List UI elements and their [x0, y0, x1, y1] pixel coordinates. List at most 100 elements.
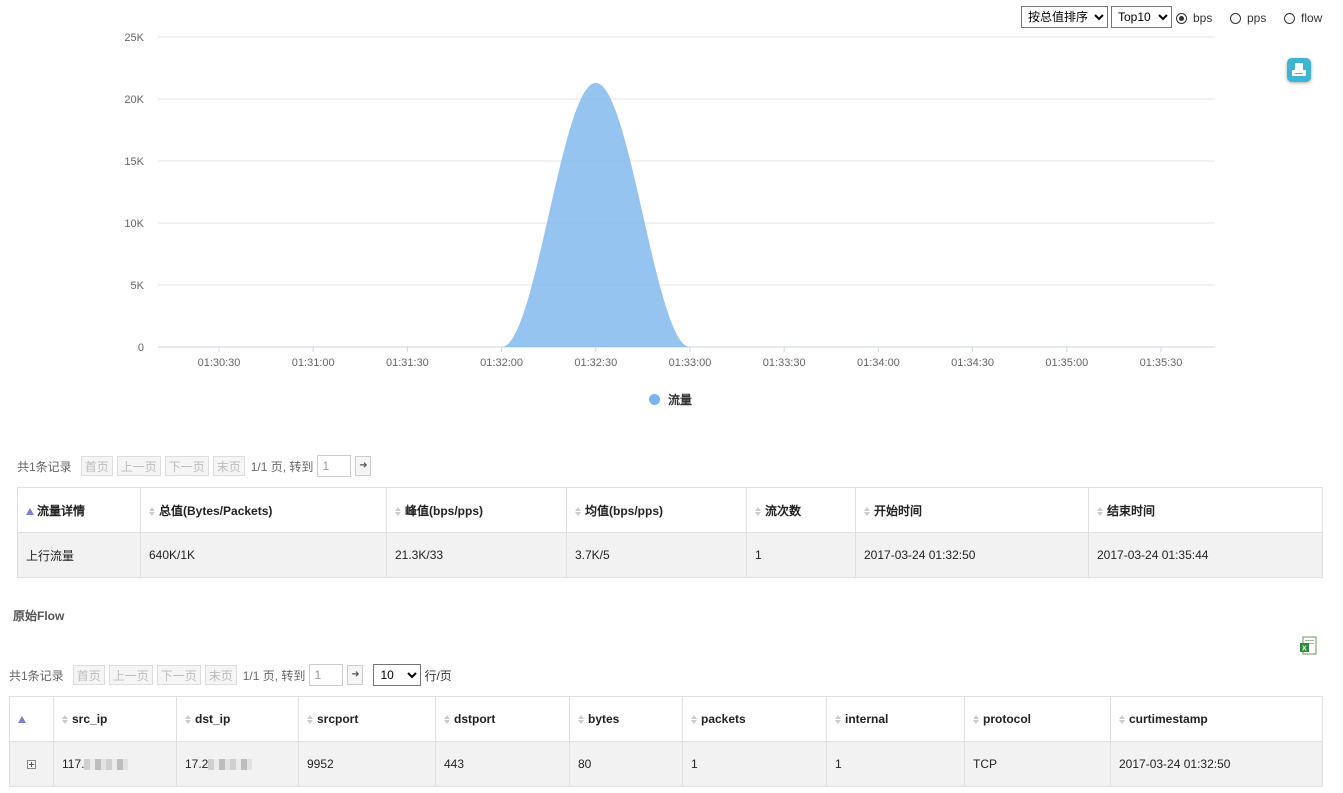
sort-icon[interactable]	[575, 506, 582, 516]
table-row[interactable]: 上行流量 640K/1K 21.3K/33 3.7K/5 1 2017-03-2…	[17, 532, 1323, 578]
sort-icon[interactable]	[973, 715, 980, 725]
y-tick-label: 5K	[131, 280, 145, 292]
cell: 9952	[298, 741, 436, 787]
y-tick-label: 25K	[124, 32, 144, 44]
chart-legend[interactable]: 流量	[649, 391, 692, 408]
x-tick-label: 01:31:00	[292, 357, 335, 369]
col-header[interactable]: src_ip	[53, 696, 177, 742]
col-header[interactable]: 流量详情	[17, 487, 141, 533]
x-tick-label: 01:30:30	[198, 357, 241, 369]
col-header[interactable]: 总值(Bytes/Packets)	[140, 487, 387, 533]
col-header[interactable]: internal	[826, 696, 965, 742]
src-ip-text: 117.	[62, 757, 85, 771]
page-jump-input[interactable]: 1	[317, 455, 352, 477]
col-header[interactable]: dst_ip	[176, 696, 299, 742]
sort-icon[interactable]	[864, 506, 871, 516]
first-page-button[interactable]: 首页	[80, 456, 113, 476]
traffic-chart: 0 5K 10K 15K 20K 25K 01:30:30 01:31:00 01:31:30…	[124, 32, 1215, 369]
sort-icon[interactable]	[1097, 506, 1104, 516]
expand-col-header[interactable]	[9, 696, 54, 742]
flow-header-row: src_ip dst_ip srcport dstport bytes pack…	[9, 696, 1323, 742]
cell: 1	[682, 741, 827, 787]
go-arrow-icon[interactable]: ➜	[355, 456, 372, 476]
col-header[interactable]: 开始时间	[855, 487, 1089, 533]
page-jump-input[interactable]: 1	[309, 664, 344, 686]
col-header[interactable]: 结束时间	[1088, 487, 1323, 533]
sort-icon[interactable]	[185, 715, 192, 725]
sort-asc-icon[interactable]	[18, 716, 26, 724]
x-tick-label: 01:34:00	[857, 357, 900, 369]
col-header[interactable]: 均值(bps/pps)	[566, 487, 747, 533]
col-header[interactable]: packets	[682, 696, 827, 742]
y-axis-labels: 0 5K 10K 15K 20K 25K	[124, 32, 144, 354]
col-header[interactable]: curtimestamp	[1110, 696, 1323, 742]
x-tick-label: 01:35:30	[1140, 357, 1183, 369]
legend-label: 流量	[668, 393, 693, 407]
last-page-button[interactable]: 末页	[204, 665, 237, 685]
col-header[interactable]: bytes	[569, 696, 683, 742]
prev-page-button[interactable]: 上一页	[116, 456, 161, 476]
prev-page-button[interactable]: 上一页	[108, 665, 153, 685]
sort-icon[interactable]	[755, 506, 762, 516]
expand-plus-icon[interactable]	[27, 760, 36, 770]
summary-pager: 共1条记录 首页 上一页 下一页 末页 1/1 页, 转到 1 ➜	[17, 455, 372, 477]
cell: 443	[435, 741, 570, 787]
page-size-select[interactable]: 10	[373, 664, 422, 686]
cell: TCP	[964, 741, 1111, 787]
cell: 2017-03-24 01:35:44	[1088, 532, 1323, 578]
x-tick-label: 01:33:30	[763, 357, 806, 369]
cell: 80	[569, 741, 683, 787]
excel-export-icon[interactable]: X	[1300, 636, 1318, 659]
cell: 2017-03-24 01:32:50	[1110, 741, 1323, 787]
col-header[interactable]: protocol	[964, 696, 1111, 742]
next-page-button[interactable]: 下一页	[164, 456, 209, 476]
expand-cell[interactable]	[9, 741, 54, 787]
x-tick-label: 01:35:00	[1045, 357, 1088, 369]
sort-icon[interactable]	[691, 715, 698, 725]
col-header[interactable]: 流次数	[746, 487, 856, 533]
section-title: 原始Flow	[13, 609, 65, 623]
cell: 3.7K/5	[566, 532, 747, 578]
flow-table: src_ip dst_ip srcport dstport bytes pack…	[9, 696, 1323, 787]
sort-icon[interactable]	[62, 715, 69, 725]
sort-icon[interactable]	[307, 715, 314, 725]
first-page-button[interactable]: 首页	[72, 665, 105, 685]
page-info: 1/1 页, 转到	[242, 668, 306, 683]
last-page-button[interactable]: 末页	[212, 456, 245, 476]
cell: 2017-03-24 01:32:50	[855, 532, 1089, 578]
page-info: 1/1 页, 转到	[250, 459, 314, 474]
x-tick-label: 01:34:30	[951, 357, 994, 369]
next-page-button[interactable]: 下一页	[156, 665, 201, 685]
summary-header-row: 流量详情 总值(Bytes/Packets) 峰值(bps/pps) 均值(bp…	[17, 487, 1323, 533]
x-tick-label: 01:31:30	[386, 357, 429, 369]
table-row[interactable]: 117. 17.2 9952 443 80 1 1 TCP 2017-03-24…	[9, 741, 1323, 787]
col-header[interactable]: dstport	[435, 696, 570, 742]
redacted-block	[208, 759, 253, 771]
go-arrow-icon[interactable]: ➜	[347, 665, 364, 685]
legend-marker	[649, 394, 660, 405]
y-tick-label: 15K	[124, 156, 144, 168]
y-tick-label: 0	[138, 342, 144, 354]
col-header[interactable]: srcport	[298, 696, 436, 742]
cell: 640K/1K	[140, 532, 387, 578]
series-area-traffic	[501, 82, 690, 347]
cell: 1	[746, 532, 856, 578]
cell: 1	[826, 741, 965, 787]
sort-icon[interactable]	[578, 715, 585, 725]
cell: 上行流量	[17, 532, 141, 578]
sort-icon[interactable]	[835, 715, 842, 725]
sort-icon[interactable]	[444, 715, 451, 725]
cell: 21.3K/33	[386, 532, 567, 578]
col-header[interactable]: 峰值(bps/pps)	[386, 487, 567, 533]
sort-asc-icon[interactable]	[26, 507, 34, 515]
y-tick-label: 10K	[124, 218, 144, 230]
sort-icon[interactable]	[1119, 715, 1126, 725]
chart-grid	[158, 36, 1215, 348]
summary-table: 流量详情 总值(Bytes/Packets) 峰值(bps/pps) 均值(bp…	[17, 487, 1323, 578]
record-count: 共1条记录	[9, 668, 64, 683]
record-count: 共1条记录	[17, 459, 72, 474]
sort-icon[interactable]	[149, 506, 156, 516]
x-tick-label: 01:33:00	[669, 357, 712, 369]
x-tick-label: 01:32:30	[574, 357, 617, 369]
sort-icon[interactable]	[395, 506, 402, 516]
